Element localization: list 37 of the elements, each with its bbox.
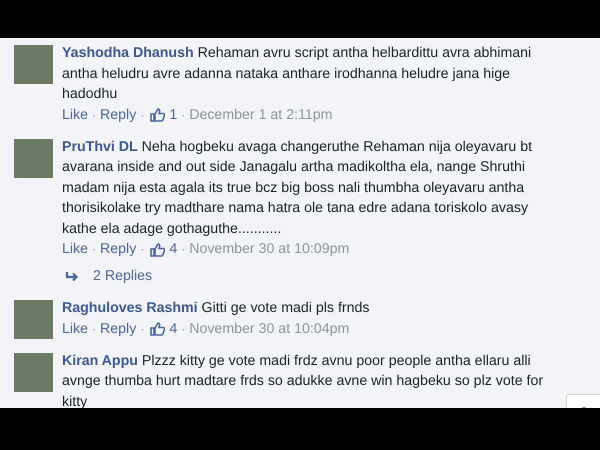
like-count: 4 — [169, 240, 178, 259]
separator-dot: · — [140, 241, 144, 258]
separator-dot: · — [92, 241, 96, 258]
author-link[interactable]: Yashodha Dhanush — [62, 45, 194, 61]
thumbs-up-icon — [150, 242, 166, 256]
like-count: 1 — [169, 106, 178, 124]
thumbs-up-icon — [150, 108, 166, 122]
avatar-photo-placeholder — [14, 138, 53, 178]
like-count: 4 — [169, 320, 178, 338]
avatar-photo-placeholder — [14, 300, 53, 339]
separator-dot: · — [181, 241, 186, 258]
reply-arrow-icon — [65, 270, 79, 282]
thumbs-up-icon — [150, 322, 166, 336]
comment-text: Yashodha Dhanush Rehaman avru script antha helbardittu avra abhimani antha heludru avre adanna nataka anthare irodhanna heludre jana hige hadodhu — [62, 44, 532, 104]
comment-time: December 1 at 2:11pm — [189, 106, 332, 124]
separator-dot: · — [181, 320, 186, 338]
like-link[interactable]: Like — [62, 318, 88, 340]
comment-time: November 30 at 10:09pm — [189, 240, 350, 259]
reply-link[interactable]: Reply — [100, 104, 136, 126]
avatar-photo-placeholder — [14, 45, 53, 84]
like-link[interactable]: Like — [62, 239, 88, 260]
avatar-photo-placeholder — [14, 352, 53, 392]
separator-dot: · — [140, 106, 144, 124]
separator-dot: · — [92, 106, 96, 124]
author-link[interactable]: PruThvi DL — [62, 138, 138, 154]
separator-dot: · — [181, 106, 186, 124]
reply-link[interactable]: Reply — [100, 239, 136, 260]
separator-dot: · — [92, 320, 96, 338]
author-link[interactable]: Kiran Appu — [62, 352, 138, 368]
reply-link[interactable]: Reply — [100, 318, 136, 340]
comment-text: Raghuloves Rashmi Gitti ge vote madi pls frnds — [62, 299, 371, 318]
comment-text: PruThvi DL Neha hogbeku avaga changeruthe Rehaman nija oleyavaru bt avarana inside and out side Janagalu artha madikoltha ela, nange Shruthi madam nija esta agala its true bcz big boss nali thumbha oleyavaru antha thorisikolake try madthare nama hatra ole tana edre adana toriskolo avasy kathe ela adage gothaguthe........... — [62, 138, 534, 238]
like-link[interactable]: Like — [62, 104, 88, 126]
replies-link[interactable]: 2 Replies — [93, 266, 152, 287]
separator-dot: · — [140, 320, 144, 338]
comment-time: November 30 at 10:04pm — [189, 320, 350, 338]
author-link[interactable]: Raghuloves Rashmi — [62, 300, 198, 316]
